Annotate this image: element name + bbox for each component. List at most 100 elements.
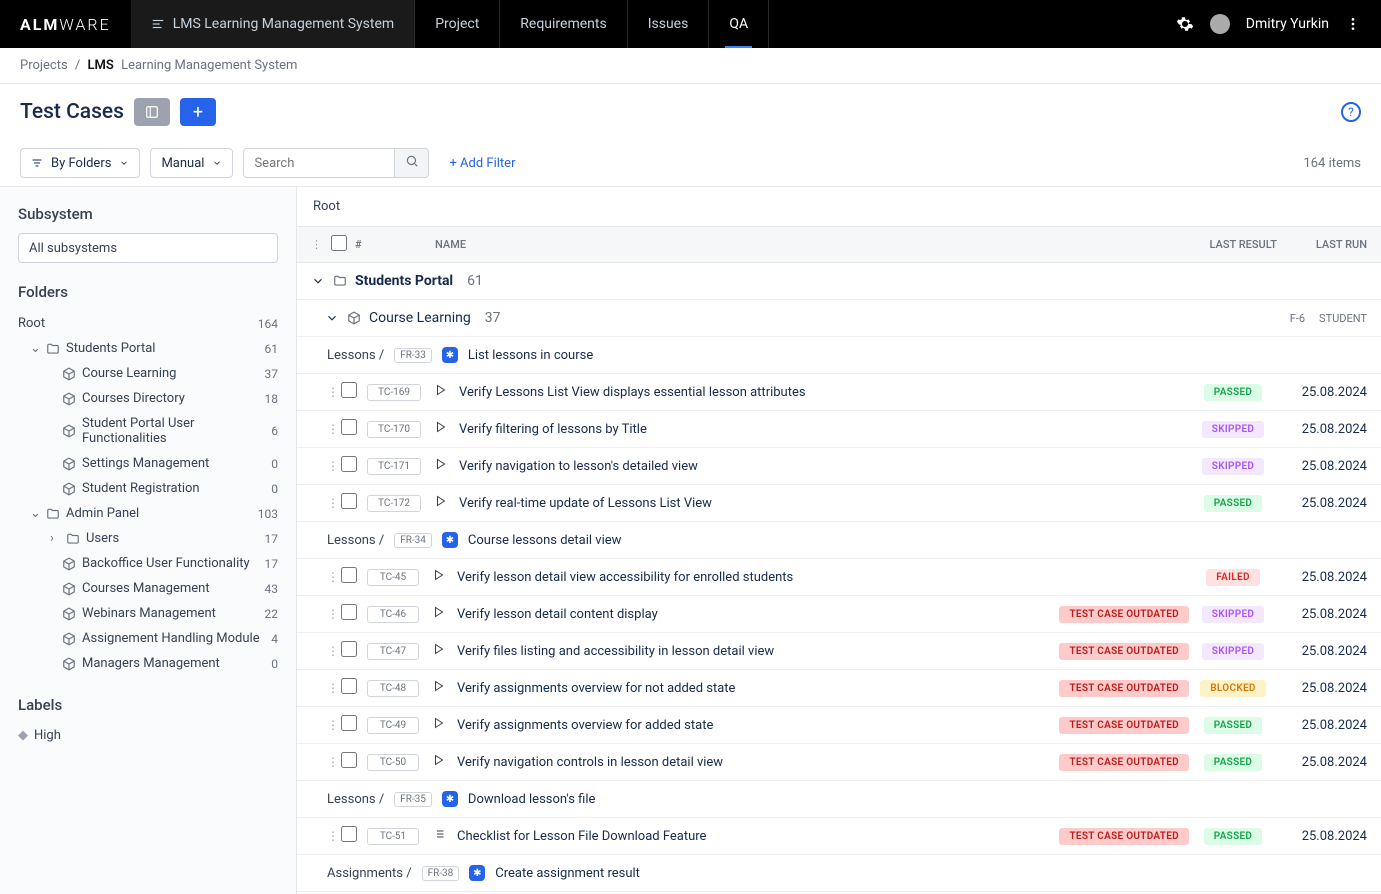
tree-item[interactable]: Courses Directory18 — [18, 386, 278, 411]
result-badge: PASSED — [1204, 828, 1262, 845]
tree-item[interactable]: Student Portal User Functionalities6 — [18, 411, 278, 451]
col-last-run[interactable]: LAST RUN — [1277, 238, 1367, 251]
play-icon[interactable] — [435, 458, 459, 474]
tree-item[interactable]: Course Learning37 — [18, 361, 278, 386]
play-icon[interactable] — [435, 384, 459, 400]
search-button[interactable] — [394, 149, 428, 177]
tree-item[interactable]: Courses Management43 — [18, 576, 278, 601]
section-header[interactable]: Assignments /FR-38✱Create assignment res… — [297, 855, 1381, 892]
row-checkbox[interactable] — [341, 678, 357, 694]
drag-handle[interactable]: ⋮ — [327, 718, 341, 732]
drag-handle[interactable]: ⋮ — [327, 829, 341, 843]
project-selector[interactable]: LMS Learning Management System — [131, 0, 415, 48]
drag-handle[interactable]: ⋮ — [327, 570, 341, 584]
result-badge: BLOCKED — [1200, 680, 1265, 697]
tree-item[interactable]: Root164 — [18, 311, 278, 336]
filter-icon — [31, 157, 43, 169]
col-last-result[interactable]: LAST RESULT — [1157, 238, 1277, 251]
nav-issues[interactable]: Issues — [628, 0, 710, 48]
test-case-row[interactable]: ⋮TC-46Verify lesson detail content displ… — [297, 596, 1381, 633]
tree-item[interactable]: Backoffice User Functionality17 — [18, 551, 278, 576]
manual-dropdown[interactable]: Manual — [150, 148, 233, 178]
test-case-row[interactable]: ⋮TC-47Verify files listing and accessibi… — [297, 633, 1381, 670]
breadcrumb-root[interactable]: Projects — [20, 58, 68, 73]
add-filter[interactable]: + Add Filter — [449, 156, 515, 171]
play-icon[interactable] — [433, 680, 457, 696]
nav-qa[interactable]: QA — [709, 0, 769, 48]
row-checkbox[interactable] — [341, 567, 357, 583]
section-header[interactable]: Lessons /FR-35✱Download lesson's file — [297, 781, 1381, 818]
tree-item[interactable]: ⌄Admin Panel103 — [18, 501, 278, 526]
tree-item[interactable]: Managers Management0 — [18, 651, 278, 676]
tc-id: TC-172 — [367, 495, 421, 512]
gear-icon[interactable] — [1176, 15, 1194, 33]
row-checkbox[interactable] — [341, 456, 357, 472]
kebab-icon[interactable]: ⋮ — [311, 238, 331, 251]
search-input[interactable] — [244, 149, 394, 177]
play-icon[interactable] — [433, 569, 457, 585]
tc-tags: TEST CASE OUTDATED — [1059, 717, 1189, 734]
row-checkbox[interactable] — [341, 641, 357, 657]
row-checkbox[interactable] — [341, 382, 357, 398]
drag-handle[interactable]: ⋮ — [327, 644, 341, 658]
test-case-row[interactable]: ⋮TC-49Verify assignments overview for ad… — [297, 707, 1381, 744]
group-students-portal[interactable]: Students Portal 61 — [297, 263, 1381, 300]
group-course-learning[interactable]: Course Learning 37 F-6STUDENT — [297, 300, 1381, 337]
tree-item[interactable]: Settings Management0 — [18, 451, 278, 476]
row-checkbox[interactable] — [341, 826, 357, 842]
panel-toggle-button[interactable] — [134, 98, 170, 126]
drag-handle[interactable]: ⋮ — [327, 496, 341, 510]
menu-icon — [151, 17, 165, 31]
drag-handle[interactable]: ⋮ — [327, 755, 341, 769]
test-case-row[interactable]: ⋮TC-51Checklist for Lesson File Download… — [297, 818, 1381, 855]
section-header[interactable]: Lessons /FR-34✱Course lessons detail vie… — [297, 522, 1381, 559]
tc-id: TC-45 — [367, 569, 419, 586]
row-checkbox[interactable] — [341, 493, 357, 509]
test-case-row[interactable]: ⋮TC-50Verify navigation controls in less… — [297, 744, 1381, 781]
play-icon[interactable] — [433, 643, 457, 659]
tree-item[interactable]: ›Users17 — [18, 526, 278, 551]
row-checkbox[interactable] — [341, 752, 357, 768]
test-case-row[interactable]: ⋮TC-170Verify filtering of lessons by Ti… — [297, 411, 1381, 448]
tc-id: TC-51 — [367, 828, 419, 845]
play-icon[interactable] — [433, 754, 457, 770]
kebab-icon[interactable] — [1345, 16, 1361, 32]
avatar[interactable] — [1210, 14, 1230, 34]
tree-item[interactable]: ⌄Students Portal61 — [18, 336, 278, 361]
play-icon[interactable] — [435, 495, 459, 511]
test-case-row[interactable]: ⋮TC-45Verify lesson detail view accessib… — [297, 559, 1381, 596]
label-item[interactable]: ◆High — [18, 724, 278, 747]
test-case-row[interactable]: ⋮TC-172Verify real-time update of Lesson… — [297, 485, 1381, 522]
subsystem-select[interactable]: All subsystems — [18, 233, 278, 263]
test-case-row[interactable]: ⋮TC-169Verify Lessons List View displays… — [297, 374, 1381, 411]
help-icon[interactable]: ? — [1341, 102, 1361, 122]
outdated-tag: TEST CASE OUTDATED — [1059, 754, 1189, 771]
test-case-row[interactable]: ⋮TC-171Verify navigation to lesson's det… — [297, 448, 1381, 485]
drag-handle[interactable]: ⋮ — [327, 459, 341, 473]
tree-item[interactable]: Assignement Handling Module4 — [18, 626, 278, 651]
drag-handle[interactable]: ⋮ — [327, 422, 341, 436]
tc-id: TC-47 — [367, 643, 419, 660]
add-button[interactable]: + — [180, 98, 216, 126]
drag-handle[interactable]: ⋮ — [327, 681, 341, 695]
nav-requirements[interactable]: Requirements — [500, 0, 627, 48]
section-header[interactable]: Lessons /FR-33✱List lessons in course — [297, 337, 1381, 374]
row-checkbox[interactable] — [341, 715, 357, 731]
tree-count: 43 — [265, 582, 279, 596]
list-icon[interactable] — [433, 828, 457, 844]
row-checkbox[interactable] — [341, 604, 357, 620]
col-num[interactable]: # — [355, 238, 435, 251]
select-all-checkbox[interactable] — [331, 235, 347, 251]
drag-handle[interactable]: ⋮ — [327, 385, 341, 399]
row-checkbox[interactable] — [341, 419, 357, 435]
play-icon[interactable] — [433, 606, 457, 622]
test-case-row[interactable]: ⋮TC-48Verify assignments overview for no… — [297, 670, 1381, 707]
nav-project[interactable]: Project — [415, 0, 500, 48]
play-icon[interactable] — [433, 717, 457, 733]
play-icon[interactable] — [435, 421, 459, 437]
drag-handle[interactable]: ⋮ — [327, 607, 341, 621]
tree-item[interactable]: Student Registration0 — [18, 476, 278, 501]
col-name[interactable]: NAME — [435, 238, 1157, 251]
by-folders-dropdown[interactable]: By Folders — [20, 148, 140, 178]
tree-item[interactable]: Webinars Management22 — [18, 601, 278, 626]
